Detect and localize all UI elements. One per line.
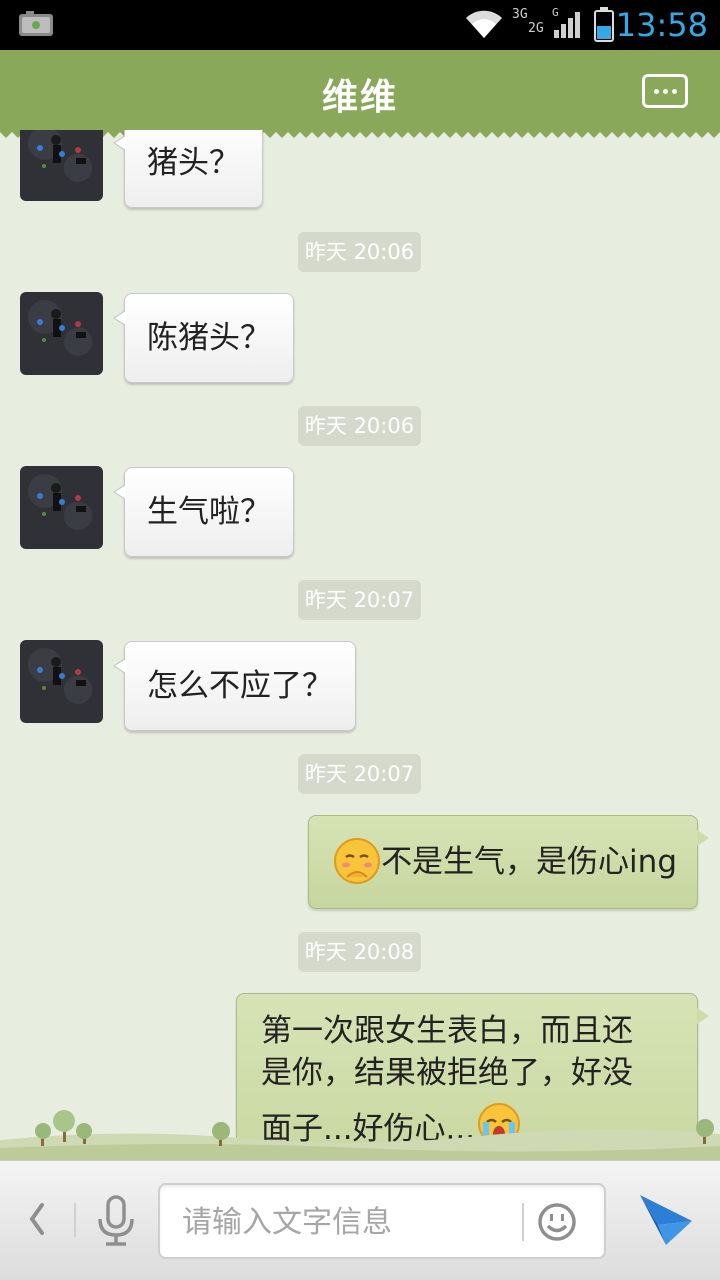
clock: 13:58 bbox=[615, 6, 708, 44]
avatar-image bbox=[37, 309, 86, 342]
battery-icon bbox=[594, 7, 614, 42]
message-timestamp: 昨天 20:07 bbox=[298, 580, 421, 620]
shy-face-emoji bbox=[334, 837, 381, 884]
message-timestamp: 昨天 20:06 bbox=[298, 406, 421, 446]
incoming-message[interactable]: 陈猪头？ bbox=[113, 293, 294, 383]
wifi-icon bbox=[466, 10, 502, 39]
avatar-image bbox=[37, 483, 86, 516]
network-3g-label: 3G bbox=[512, 7, 528, 22]
network-2g-label: 2G bbox=[528, 21, 544, 36]
incoming-message[interactable]: 猪头？ bbox=[113, 130, 263, 208]
title-bar: 维维 bbox=[0, 50, 720, 130]
more-options-icon bbox=[654, 89, 659, 94]
message-timestamp: 昨天 20:06 bbox=[298, 232, 421, 272]
divider bbox=[522, 1203, 524, 1241]
incoming-message[interactable]: 生气啦？ bbox=[113, 467, 294, 557]
message-timestamp: 昨天 20:08 bbox=[298, 932, 421, 972]
message-input-field[interactable] bbox=[158, 1183, 606, 1259]
input-bar bbox=[0, 1160, 720, 1280]
status-bar: 3G 2G G 13:58 bbox=[0, 0, 720, 50]
contact-name: 维维 bbox=[321, 77, 398, 118]
chevron-left-icon[interactable] bbox=[22, 1197, 52, 1241]
divider bbox=[74, 1203, 76, 1237]
smiley-icon[interactable] bbox=[536, 1201, 578, 1243]
contact-avatar[interactable] bbox=[20, 130, 103, 201]
outgoing-message-line: 第一次跟女生表白，而且还 bbox=[261, 1013, 633, 1049]
message-list[interactable]: 猪头？ 昨天 20:06 陈猪头？ 昨天 20:06 生气啦？ 昨天 20:07 bbox=[0, 130, 720, 1160]
android-screenshot-icon bbox=[19, 11, 53, 36]
message-input[interactable] bbox=[182, 1199, 512, 1245]
chat-screen: 3G 2G G 13:58 维维 猪头？ 昨天 20:06 陈猪头？ 昨天 20… bbox=[0, 0, 720, 1280]
microphone-icon[interactable] bbox=[92, 1193, 140, 1249]
incoming-message[interactable]: 怎么不应了？ bbox=[113, 641, 356, 731]
background-landscape bbox=[0, 1110, 720, 1162]
outgoing-message[interactable]: 不是生气，是伤心ing bbox=[308, 815, 709, 909]
contact-avatar[interactable] bbox=[20, 466, 103, 549]
contact-avatar[interactable] bbox=[20, 292, 103, 375]
avatar-image bbox=[37, 135, 86, 168]
more-options-button[interactable] bbox=[642, 74, 688, 108]
network-g-label: G bbox=[552, 6, 559, 19]
outgoing-message-line: 是你，结果被拒绝了，好没 bbox=[261, 1055, 633, 1091]
avatar-image bbox=[37, 657, 86, 690]
message-timestamp: 昨天 20:07 bbox=[298, 754, 421, 794]
outgoing-message-text: 不是生气，是伤心ing bbox=[381, 844, 677, 880]
send-arrow-icon[interactable] bbox=[636, 1191, 696, 1249]
contact-avatar[interactable] bbox=[20, 640, 103, 723]
